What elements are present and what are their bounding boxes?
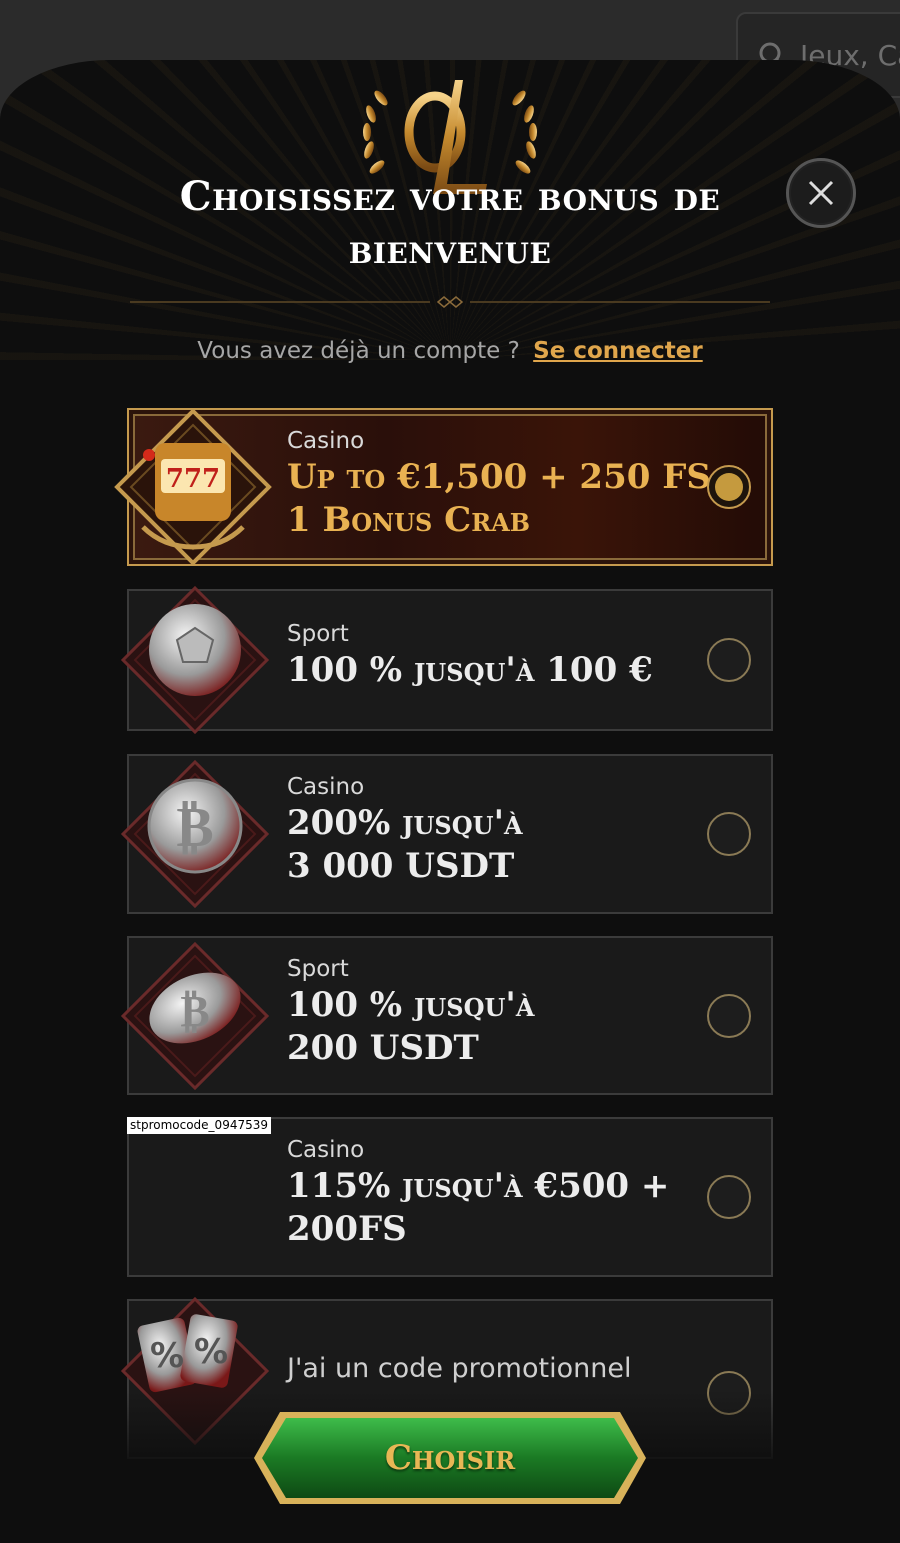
bonus-category: Casino (287, 428, 365, 454)
bonus-radio[interactable] (707, 1175, 751, 1219)
close-icon (808, 180, 834, 206)
bonus-card-casino-500[interactable]: Casino 115% jusqu'à €500 + 200FS (127, 1117, 773, 1277)
bonus-radio-selected[interactable] (707, 465, 751, 509)
svg-text:₿: ₿ (176, 794, 213, 860)
promo-code-label: J'ai un code promotionnel (287, 1353, 632, 1384)
bonus-radio[interactable] (707, 993, 751, 1038)
login-link[interactable]: Se connecter (533, 338, 703, 364)
login-prompt: Vous avez déjà un compte ? Se connecter (0, 338, 900, 364)
login-prompt-text: Vous avez déjà un compte ? (197, 338, 520, 364)
bonus-category: Sport (287, 956, 349, 982)
svg-text:777: 777 (166, 464, 220, 494)
bitcoin-football-icon: ₿ (120, 941, 270, 1090)
bonus-card-sport-usdt[interactable]: ₿ Sport 100 % jusqu'à 200 USDT (120, 936, 773, 1095)
bonus-category: Casino (287, 1137, 365, 1163)
bonus-card-casino-crab[interactable]: 777 Casino Up to €1,500 + 250 FS + 1 Bon… (114, 408, 773, 566)
svg-text:%: % (150, 1336, 184, 1376)
bonus-offer: Up to €1,500 + 250 FS + 1 Bonus Crab (287, 457, 752, 540)
bonus-radio[interactable] (707, 812, 751, 856)
bonus-radio[interactable] (707, 638, 751, 682)
bonus-category: Casino (287, 774, 365, 800)
bonus-offer: 200% jusqu'à 3 000 USDT (287, 803, 523, 886)
soccer-ball-icon (120, 585, 270, 735)
slot-machine-icon: 777 (114, 408, 272, 566)
welcome-bonus-modal: Choisissez votre bonus de bienvenue Vous… (0, 60, 900, 1543)
svg-text:%: % (194, 1332, 228, 1372)
title-divider (130, 296, 770, 308)
bonus-category: Sport (287, 621, 349, 647)
radio-dot (715, 473, 743, 501)
bonus-offer: 100 % jusqu'à 200 USDT (287, 985, 535, 1068)
bonus-offer: 115% jusqu'à €500 + 200FS (287, 1166, 670, 1249)
bonus-card-casino-usdt[interactable]: ₿ Casino 200% jusqu'à 3 000 USDT (120, 754, 773, 914)
bitcoin-coin-icon: ₿ (120, 759, 270, 909)
bonus-offer: 100 % jusqu'à 100 € (287, 650, 653, 690)
svg-text:₿: ₿ (180, 986, 209, 1037)
promo-code-tag: stpromocode_0947539 (127, 1117, 271, 1134)
modal-title: Choisissez votre bonus de bienvenue (179, 173, 721, 273)
choose-button[interactable]: Choisir (250, 1408, 650, 1508)
choose-button-label: Choisir (384, 1438, 516, 1478)
bonus-card-sport-100[interactable]: Sport 100 % jusqu'à 100 € (120, 585, 773, 735)
